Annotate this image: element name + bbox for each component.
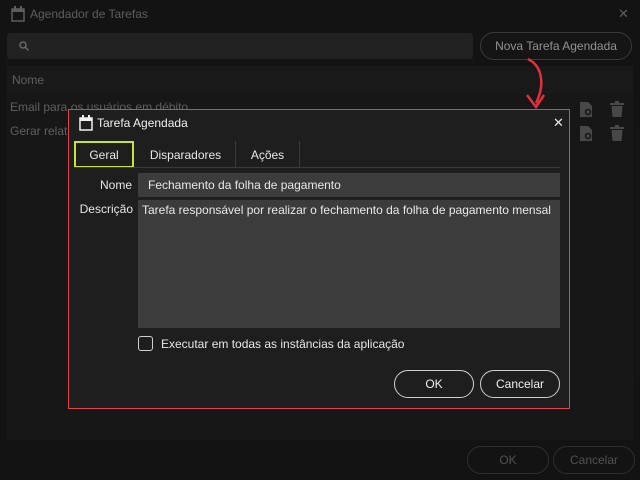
checkbox-label[interactable]: Executar em todas as instâncias da aplic… [161, 337, 404, 351]
tab-divider [74, 167, 560, 168]
dialog-title: Tarefa Agendada [97, 116, 188, 130]
cancel-button[interactable]: Cancelar [480, 370, 560, 398]
tab-disparadores[interactable]: Disparadores [136, 141, 236, 168]
annotation-arrow [526, 57, 546, 110]
nome-label: Nome [99, 178, 132, 192]
calendar-icon [79, 115, 93, 131]
tab-geral[interactable]: Geral [74, 141, 134, 168]
close-icon[interactable]: ✕ [553, 115, 564, 131]
all-instances-checkbox[interactable] [138, 336, 153, 351]
ok-button[interactable]: OK [394, 370, 474, 398]
nome-field[interactable]: Fechamento da folha de pagamento [138, 173, 560, 197]
descricao-label: Descrição [79, 202, 133, 216]
tab-acoes[interactable]: Ações [236, 141, 300, 168]
descricao-field[interactable]: Tarefa responsável por realizar o fecham… [138, 200, 560, 328]
